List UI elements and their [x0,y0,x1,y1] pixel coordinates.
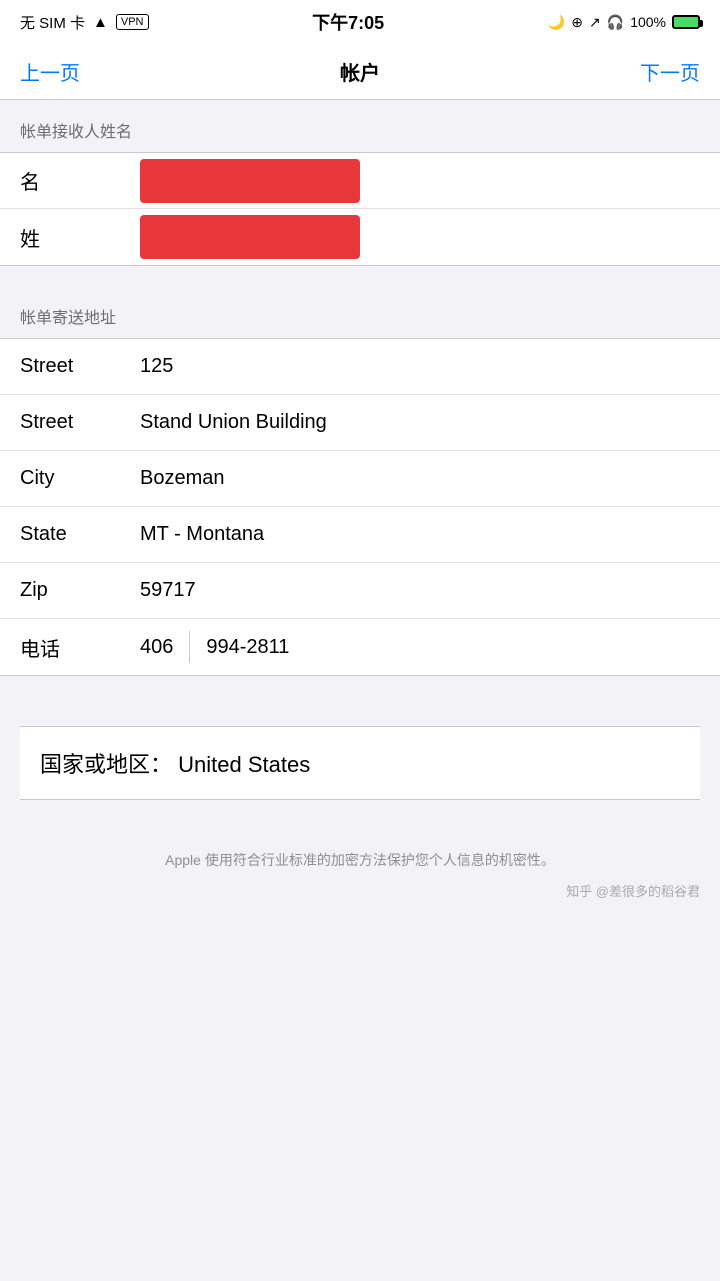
billing-address-header: 帐单寄送地址 [0,286,720,338]
last-name-row: 姓 [0,209,720,265]
street1-row: Street 125 [0,339,720,395]
status-left: 无 SIM 卡 ▲ VPN [20,12,149,33]
city-label: City [20,467,120,490]
phone-area-code: 406 [140,636,173,659]
location-icon: ⊕ [571,14,583,31]
street1-label: Street [20,355,120,378]
footer-watermark: 知乎 @差很多的稻谷君 [20,881,700,900]
zip-label: Zip [20,579,120,602]
billing-address-card: Street 125 Street Stand Union Building C… [0,338,720,676]
city-row: City Bozeman [0,451,720,507]
first-name-row: 名 [0,153,720,209]
first-name-label: 名 [20,166,120,195]
first-name-input[interactable] [140,159,360,203]
status-right: 🌙 ⊕ ↗ 🎧 100% [548,14,700,31]
carrier-label: 无 SIM 卡 [20,12,85,33]
wifi-icon: ▲ [93,14,108,31]
state-value: MT - Montana [140,523,700,546]
city-value: Bozeman [140,467,700,490]
phone-row: 电话 406 994-2811 [0,619,720,675]
next-page-button[interactable]: 下一页 [640,57,700,86]
state-label: State [20,523,120,546]
battery-label: 100% [630,14,666,30]
status-time: 下午7:05 [312,9,384,35]
phone-label: 电话 [20,633,120,662]
last-name-input[interactable] [140,215,360,259]
phone-number: 994-2811 [206,636,289,659]
billing-name-header: 帐单接收人姓名 [0,100,720,152]
street2-row: Street Stand Union Building [0,395,720,451]
arrow-icon: ↗ [589,14,601,31]
billing-name-card: 名 姓 [0,152,720,266]
state-row: State MT - Montana [0,507,720,563]
country-row[interactable]: 国家或地区： United States [20,726,700,800]
last-name-label: 姓 [20,223,120,252]
battery-icon [672,15,700,29]
prev-page-button[interactable]: 上一页 [20,57,80,86]
status-bar: 无 SIM 卡 ▲ VPN 下午7:05 🌙 ⊕ ↗ 🎧 100% [0,0,720,44]
phone-separator [189,631,190,663]
country-value: United States [178,752,310,777]
page-title: 帐户 [340,57,380,86]
zip-value: 59717 [140,579,700,602]
street1-value: 125 [140,355,700,378]
street2-value: Stand Union Building [140,411,700,434]
vpn-badge: VPN [116,14,149,30]
country-section: 国家或地区： United States [0,696,720,820]
moon-icon: 🌙 [548,14,565,31]
headphone-icon: 🎧 [607,14,624,31]
footer-text: Apple 使用符合行业标准的加密方法保护您个人信息的机密性。 [20,850,700,871]
street2-label: Street [20,411,120,434]
footer-section: Apple 使用符合行业标准的加密方法保护您个人信息的机密性。 知乎 @差很多的… [0,820,720,920]
country-label: 国家或地区： [40,752,172,777]
nav-bar: 上一页 帐户 下一页 [0,44,720,100]
zip-row: Zip 59717 [0,563,720,619]
